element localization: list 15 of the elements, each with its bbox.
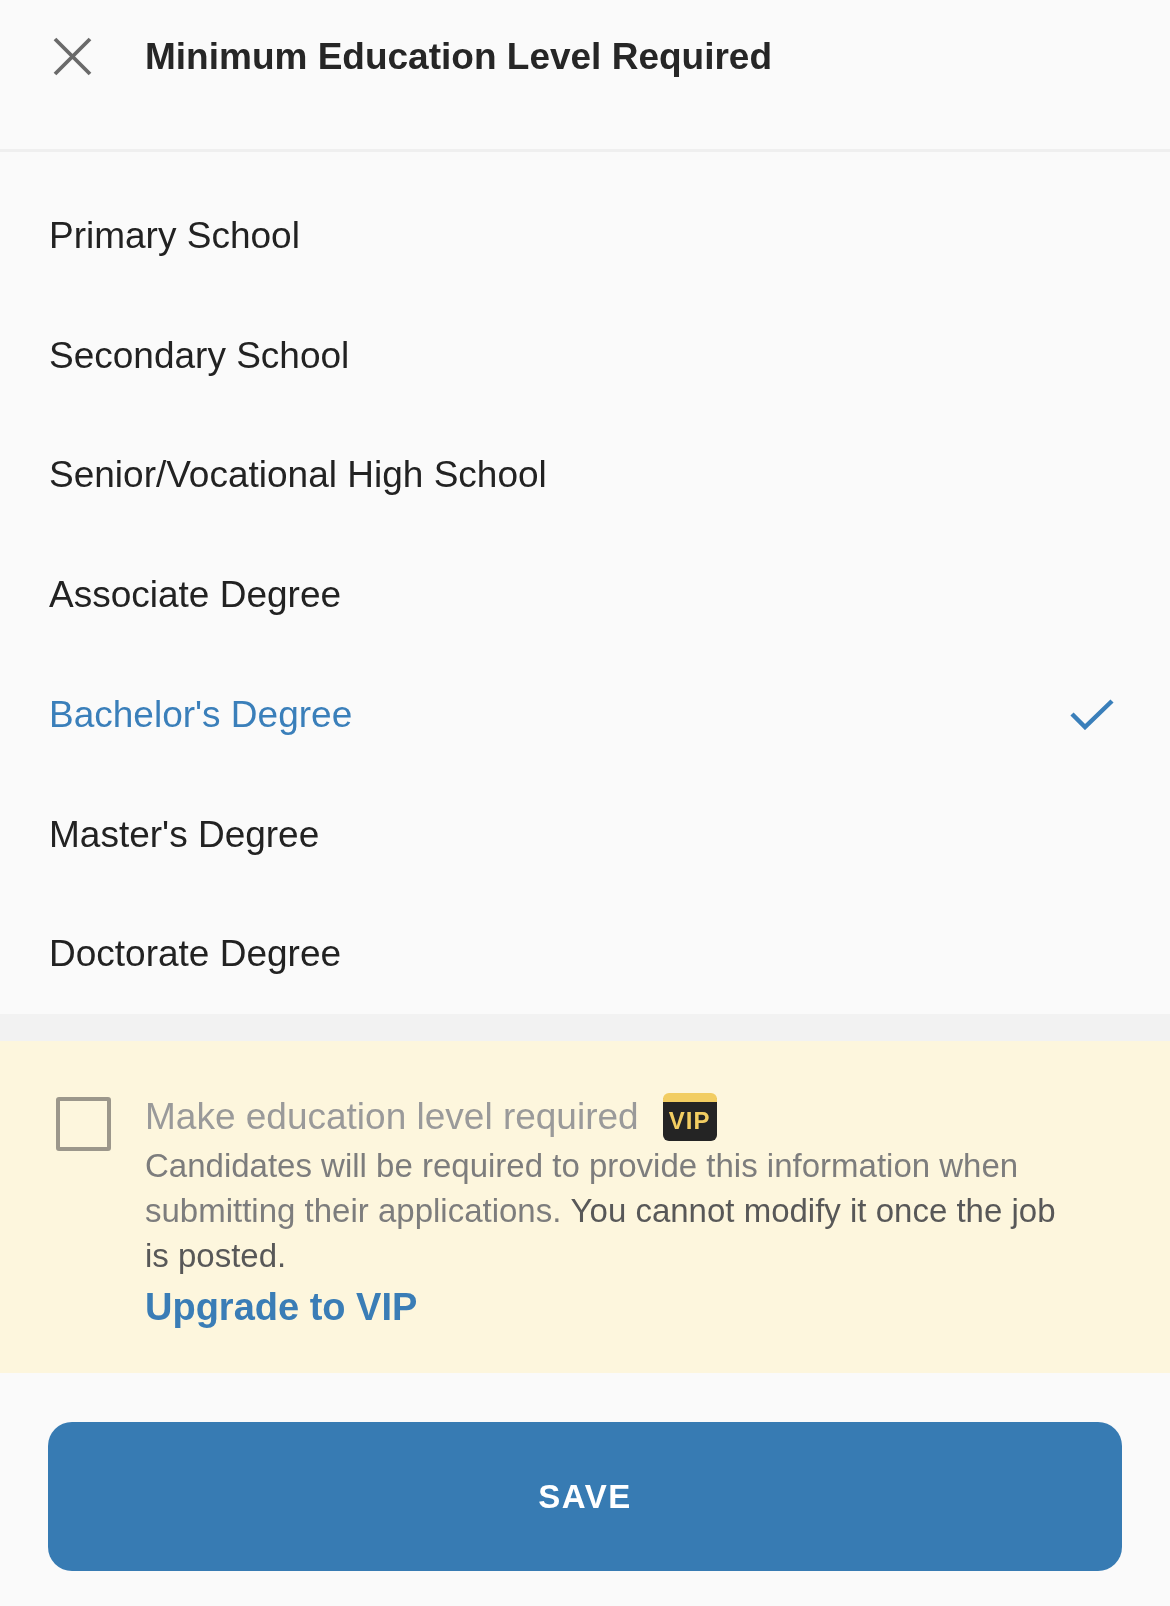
option-item[interactable]: Secondary School xyxy=(0,295,1170,416)
option-item[interactable]: Primary School xyxy=(0,176,1170,296)
option-item[interactable]: Bachelor's Degree xyxy=(0,654,1170,775)
sheet-title: Minimum Education Level Required xyxy=(145,35,773,79)
description-text: Candidates will be required to provide this information when submitting their applications. You cannot modify it once the job is posted. xyxy=(145,1146,1057,1276)
vip-badge: VIP xyxy=(662,1093,717,1141)
option-item[interactable]: Doctorate Degree xyxy=(0,894,1170,1014)
close-button[interactable] xyxy=(53,37,92,76)
save-button[interactable]: SAVE xyxy=(48,1422,1122,1571)
checkbox-label: Make education level required xyxy=(145,1095,639,1139)
option-item[interactable]: Associate Degree xyxy=(0,535,1170,655)
option-item[interactable]: Master's Degree xyxy=(0,774,1170,895)
checkmark-icon xyxy=(1070,699,1114,731)
option-item[interactable]: Senior/Vocational High School xyxy=(0,415,1170,536)
close-icon xyxy=(53,37,92,76)
